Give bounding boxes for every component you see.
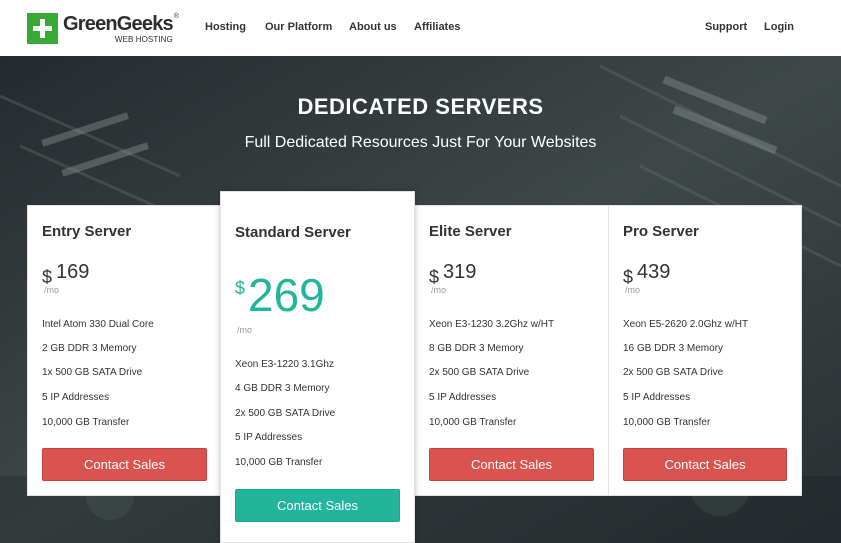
price-period: /mo <box>44 285 60 295</box>
plus-logo-icon <box>27 13 58 44</box>
feature-cpu: Xeon E3-1230 3.2Ghz w/HT <box>429 319 555 330</box>
feature-cpu: Xeon E3-1220 3.1Ghz <box>235 359 334 370</box>
nav-link-affiliates[interactable]: Affiliates <box>414 21 460 33</box>
greengeeks-logo[interactable]: GreenGeeks ® WEB HOSTING <box>27 13 179 45</box>
price-amount: 169 <box>56 261 90 283</box>
feature-ip-addresses: 5 IP Addresses <box>235 432 303 443</box>
feature-memory: 16 GB DDR 3 Memory <box>623 343 724 354</box>
plan-card-pro: Pro Server $ 439 /mo Xeon E5-2620 2.0Ghz… <box>608 205 802 496</box>
nav-link-our-platform[interactable]: Our Platform <box>265 21 332 33</box>
plan-name: Pro Server <box>623 223 699 240</box>
plan-name: Entry Server <box>42 223 132 240</box>
feature-transfer: 10,000 GB Transfer <box>623 417 711 428</box>
top-navigation-bar: GreenGeeks ® WEB HOSTING Hosting Our Pla… <box>0 0 841 56</box>
feature-storage: 1x 500 GB SATA Drive <box>42 367 143 378</box>
price-amount: 319 <box>443 261 477 283</box>
plan-card-standard-featured: Standard Server $ 269 /mo Xeon E3-1220 3… <box>220 191 415 543</box>
nav-link-login[interactable]: Login <box>764 21 794 33</box>
feature-cpu: Xeon E5-2620 2.0Ghz w/HT <box>623 319 749 330</box>
nav-link-hosting[interactable]: Hosting <box>205 21 246 33</box>
currency-symbol: $ <box>235 278 246 298</box>
nav-link-about-us[interactable]: About us <box>349 21 397 33</box>
logo-tagline: WEB HOSTING <box>114 35 173 44</box>
contact-sales-button[interactable]: Contact Sales <box>235 489 400 522</box>
logo-name: GreenGeeks <box>63 13 174 35</box>
contact-sales-button[interactable]: Contact Sales <box>42 448 207 481</box>
price-amount: 269 <box>248 269 325 321</box>
price-period: /mo <box>237 325 253 335</box>
logo-wordmark: GreenGeeks ® WEB HOSTING <box>63 13 179 45</box>
feature-ip-addresses: 5 IP Addresses <box>429 392 497 403</box>
feature-transfer: 10,000 GB Transfer <box>429 417 517 428</box>
plan-card-entry: Entry Server $ 169 /mo Intel Atom 330 Du… <box>27 205 221 496</box>
page-subtitle: Full Dedicated Resources Just For Your W… <box>244 134 597 151</box>
page-title: DEDICATED SERVERS <box>297 94 544 119</box>
feature-storage: 2x 500 GB SATA Drive <box>623 367 724 378</box>
plan-card-elite: Elite Server $ 319 /mo Xeon E3-1230 3.2G… <box>414 205 609 496</box>
feature-transfer: 10,000 GB Transfer <box>42 417 130 428</box>
price-amount: 439 <box>637 261 671 283</box>
nav-link-support[interactable]: Support <box>705 21 747 33</box>
feature-ip-addresses: 5 IP Addresses <box>623 392 691 403</box>
plan-name: Standard Server <box>235 224 351 241</box>
price-period: /mo <box>431 285 447 295</box>
feature-memory: 4 GB DDR 3 Memory <box>235 383 330 394</box>
contact-sales-button[interactable]: Contact Sales <box>429 448 594 481</box>
feature-transfer: 10,000 GB Transfer <box>235 457 323 468</box>
feature-cpu: Intel Atom 330 Dual Core <box>42 319 154 330</box>
plan-name: Elite Server <box>429 223 512 240</box>
feature-storage: 2x 500 GB SATA Drive <box>235 408 336 419</box>
registered-mark: ® <box>173 13 179 20</box>
feature-memory: 8 GB DDR 3 Memory <box>429 343 524 354</box>
feature-ip-addresses: 5 IP Addresses <box>42 392 110 403</box>
price-period: /mo <box>625 285 641 295</box>
feature-storage: 2x 500 GB SATA Drive <box>429 367 530 378</box>
feature-memory: 2 GB DDR 3 Memory <box>42 343 137 354</box>
contact-sales-button[interactable]: Contact Sales <box>623 448 787 481</box>
